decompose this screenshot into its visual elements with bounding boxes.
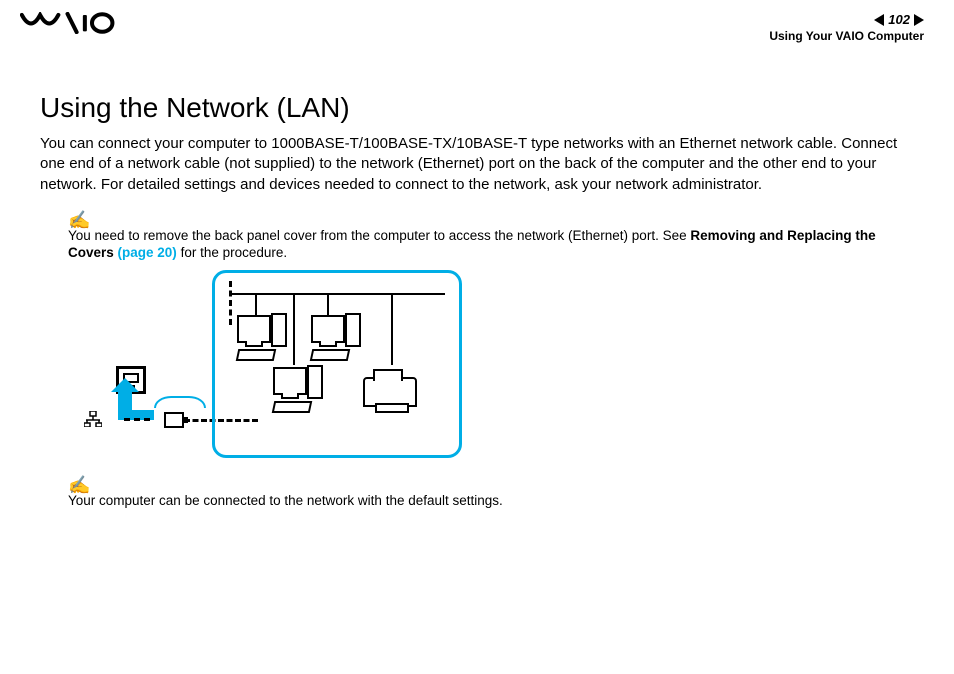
- next-page-arrow-icon[interactable]: [914, 14, 924, 26]
- tower-icon: [307, 365, 323, 399]
- network-symbol-icon: [84, 411, 102, 427]
- rj45-plug-icon: [164, 412, 184, 428]
- cable-outline-icon: [154, 396, 206, 408]
- nav-block: 102 Using Your VAIO Computer: [769, 12, 924, 43]
- up-arrow-icon: [118, 390, 132, 420]
- network-box: [212, 270, 462, 458]
- note-icon: ✍: [68, 211, 914, 229]
- dashed-line-short-icon: [124, 418, 150, 421]
- page-header: 102 Using Your VAIO Computer: [0, 0, 954, 47]
- note-1-text-post: for the procedure.: [177, 245, 287, 260]
- tower-icon: [345, 313, 361, 347]
- computer-icon: [237, 315, 271, 343]
- network-diagram: [68, 270, 914, 470]
- printer-icon: [363, 377, 417, 407]
- computer-icon: [273, 367, 307, 395]
- note-icon: ✍: [68, 476, 914, 494]
- prev-page-arrow-icon[interactable]: [874, 14, 884, 26]
- note-1-link[interactable]: (page 20): [118, 245, 177, 260]
- keyboard-icon: [311, 349, 349, 361]
- note-1-text-pre: You need to remove the back panel cover …: [68, 228, 690, 243]
- keyboard-icon: [237, 349, 275, 361]
- intro-paragraph: You can connect your computer to 1000BAS…: [40, 134, 914, 195]
- section-label: Using Your VAIO Computer: [769, 29, 924, 43]
- note-2: ✍ Your computer can be connected to the …: [68, 476, 914, 510]
- keyboard-icon: [273, 401, 311, 413]
- page-number: 102: [886, 12, 912, 27]
- computer-icon: [311, 315, 345, 343]
- note-1: ✍ You need to remove the back panel cove…: [68, 211, 914, 262]
- vaio-logo: [20, 12, 115, 39]
- tower-icon: [271, 313, 287, 347]
- page-content: Using the Network (LAN) You can connect …: [0, 47, 954, 509]
- note-2-text: Your computer can be connected to the ne…: [68, 493, 503, 508]
- page-title: Using the Network (LAN): [40, 92, 914, 124]
